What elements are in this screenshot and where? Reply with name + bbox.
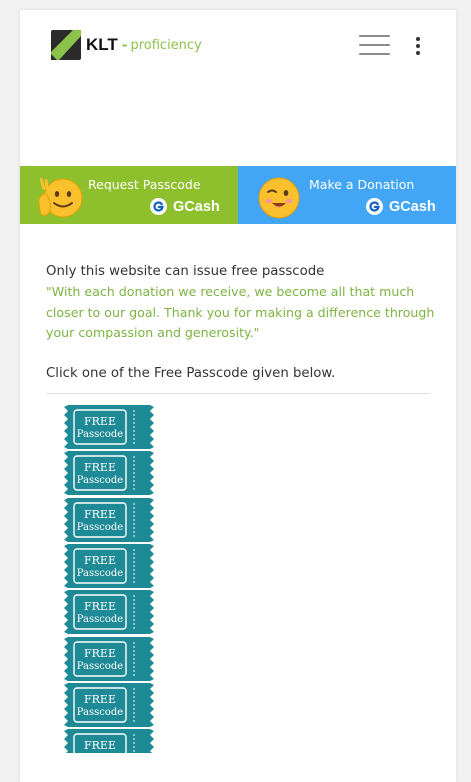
ticket-line2: Passcode [77, 661, 124, 672]
klt-logo-icon [51, 30, 81, 60]
brand-logo[interactable]: KLT - proficiency [49, 28, 202, 62]
gcash-logo-icon [150, 198, 167, 215]
make-donation-label: Make a Donation [309, 177, 415, 192]
ticket-line2: Passcode [77, 568, 124, 579]
free-passcode-ticket[interactable]: FREEPasscode [64, 543, 154, 588]
ticket-line1: FREE [84, 415, 116, 428]
ticket-line2: Passcode [77, 614, 124, 625]
request-passcode-button[interactable]: Request Passcode GCash [20, 166, 238, 224]
ticket-line2: Passcode [77, 475, 124, 486]
ticket-line2: Passcode [77, 429, 124, 440]
hamburger-menu-icon[interactable] [359, 35, 390, 55]
waving-face-emoji-icon [38, 178, 83, 218]
header: KLT - proficiency [20, 10, 456, 80]
app-page: KLT - proficiency Request Passcode GCash… [20, 10, 456, 782]
ticket-line1: FREE [84, 647, 116, 660]
content: Only this website can issue free passcod… [46, 262, 436, 384]
brand-dash: - [121, 35, 128, 54]
free-passcode-ticket[interactable]: FREEPasscode [64, 451, 154, 496]
make-donation-button[interactable]: Make a Donation GCash [238, 166, 456, 224]
free-passcode-ticket[interactable]: FREEPasscode [64, 729, 154, 753]
kebab-menu-icon[interactable] [413, 37, 423, 55]
intro-text: Only this website can issue free passcod… [46, 264, 325, 279]
request-gcash-label: GCash [173, 198, 220, 215]
donate-gcash-label: GCash [389, 198, 436, 215]
request-gcash: GCash [150, 198, 220, 215]
free-passcode-ticket[interactable]: FREEPasscode [64, 405, 154, 449]
ticket-line1: FREE [84, 739, 116, 752]
ticket-line1: FREE [84, 508, 116, 521]
winking-face-emoji-icon [258, 177, 300, 219]
instruction-text: Click one of the Free Passcode given bel… [46, 365, 336, 381]
action-banners: Request Passcode GCash Make a Donation G… [20, 166, 456, 224]
ticket-line1: FREE [84, 600, 116, 613]
free-passcode-ticket[interactable]: FREEPasscode [64, 590, 154, 635]
passcode-list: FREE Passcode FREE Passcode FREE Passcode FREE… [64, 405, 156, 753]
gcash-logo-icon [366, 198, 383, 215]
free-passcode-ticket[interactable]: FREEPasscode [64, 497, 154, 542]
ticket-line2: Passcode [77, 522, 124, 533]
donate-gcash: GCash [366, 198, 436, 215]
request-passcode-label: Request Passcode [88, 177, 201, 192]
ticket-line1: FREE [84, 461, 116, 474]
ticket-line1: FREE [84, 693, 116, 706]
free-passcode-ticket[interactable]: FREEPasscode [64, 682, 154, 727]
donation-quote: "With each donation we receive, we becom… [46, 284, 435, 340]
ticket-line2: Passcode [77, 707, 124, 718]
brand-name: KLT [86, 35, 118, 54]
divider [46, 393, 430, 394]
free-passcode-ticket[interactable]: FREEPasscode [64, 636, 154, 681]
brand-subtitle: proficiency [130, 37, 202, 53]
ticket-line1: FREE [84, 554, 116, 567]
